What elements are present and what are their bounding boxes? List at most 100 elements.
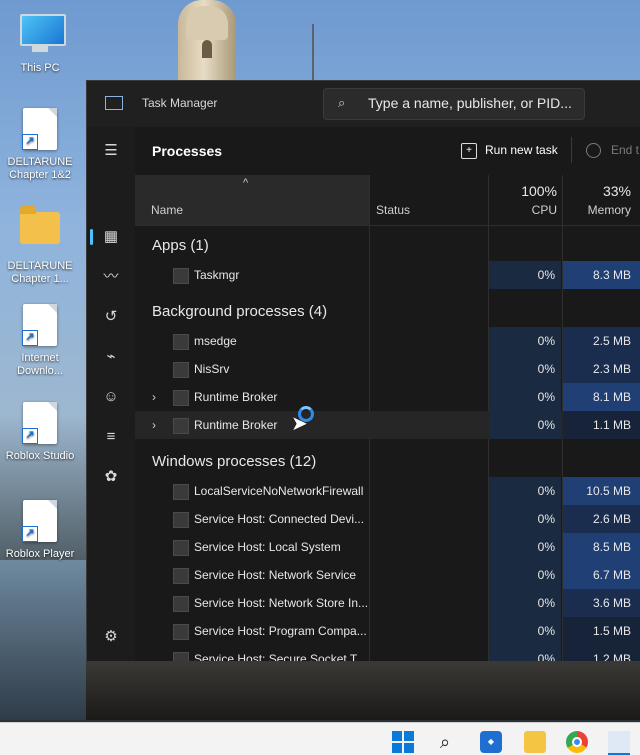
cpu-cell: 0% <box>489 411 561 439</box>
wallpaper-mast <box>312 24 314 80</box>
nav-active-indicator <box>90 229 93 245</box>
cpu-cell: 0% <box>489 477 561 505</box>
services-icon[interactable]: ✿ <box>95 461 127 493</box>
navigation-sidebar: ☰ ▦ 〰 ↺ ⌁ ☺ ≡ ✿ ⚙ <box>87 127 135 661</box>
taskbar: ⌕ ◆ <box>0 722 640 755</box>
settings-icon[interactable]: ⚙ <box>95 621 127 653</box>
process-row[interactable]: LocalServiceNoNetworkFirewall 0% 10.5 MB <box>135 477 640 505</box>
process-name: Service Host: Connected Devi... <box>194 512 365 526</box>
cpu-value: 0% <box>537 418 555 432</box>
cpu-value: 0% <box>537 268 555 282</box>
memory-value: 8.1 MB <box>592 390 631 404</box>
process-row[interactable]: › Runtime Broker 0% 1.1 MB <box>135 411 640 439</box>
wallpaper-shore <box>86 660 640 720</box>
end-task-button[interactable]: End t <box>586 139 639 161</box>
memory-cell: 3.6 MB <box>563 589 640 617</box>
process-row[interactable]: Service Host: Network Store In... 0% 3.6… <box>135 589 640 617</box>
process-row[interactable]: Taskmgr 0% 8.3 MB <box>135 261 640 289</box>
process-row[interactable]: Service Host: Local System 0% 8.5 MB <box>135 533 640 561</box>
group-header-windows[interactable]: Windows processes (12) <box>152 453 316 470</box>
process-row[interactable]: Service Host: Program Compa... 0% 1.5 MB <box>135 617 640 645</box>
run-new-task-button[interactable]: + Run new task <box>461 139 558 161</box>
memory-value: 3.6 MB <box>592 596 631 610</box>
search-icon[interactable]: ⌕ <box>434 731 456 753</box>
expand-chevron-icon[interactable]: › <box>152 418 156 432</box>
store-icon[interactable]: ◆ <box>480 731 502 753</box>
process-name: Service Host: Network Service <box>194 568 357 582</box>
memory-cell: 2.3 MB <box>563 355 640 383</box>
group-header-background[interactable]: Background processes (4) <box>152 303 327 320</box>
memory-cell: 1.2 MB <box>563 645 640 661</box>
process-name: Taskmgr <box>194 268 240 282</box>
desktop-icon-this-pc[interactable]: This PC <box>0 10 80 75</box>
task-manager-icon[interactable] <box>608 731 630 755</box>
hamburger-icon[interactable]: ☰ <box>95 135 127 167</box>
name-column-label: Name <box>151 203 184 217</box>
task-manager-window: Task Manager ⌕ ☰ ▦ 〰 ↺ ⌁ ☺ ≡ ✿ ⚙ Process… <box>86 80 640 661</box>
process-name: Service Host: Local System <box>194 540 341 554</box>
name-column-header[interactable] <box>135 175 369 225</box>
process-row[interactable]: Service Host: Connected Devi... 0% 2.6 M… <box>135 505 640 533</box>
cpu-cell: 0% <box>489 589 561 617</box>
cpu-cell: 0% <box>489 645 561 661</box>
process-row[interactable]: › Runtime Broker 0% 8.1 MB <box>135 383 640 411</box>
search-icon: ⌕ <box>338 95 346 110</box>
startup-apps-icon[interactable]: ⌁ <box>95 341 127 373</box>
toolbar-divider <box>571 137 572 163</box>
details-icon[interactable]: ≡ <box>95 421 127 453</box>
memory-value: 1.2 MB <box>592 652 631 661</box>
desktop-icon-label: DELTARUNE Chapter 1... <box>7 260 73 285</box>
memory-value: 10.5 MB <box>586 484 631 498</box>
process-row[interactable]: Service Host: Network Service 0% 6.7 MB <box>135 561 640 589</box>
memory-cell: 10.5 MB <box>563 477 640 505</box>
desktop-icon-label: This PC <box>20 62 60 74</box>
memory-value: 8.5 MB <box>592 540 631 554</box>
desktop-icon-internet-download[interactable]: ↗ Internet Downlo... <box>0 304 80 378</box>
app-history-icon[interactable]: ↺ <box>95 301 127 333</box>
group-header-apps[interactable]: Apps (1) <box>152 237 209 254</box>
desktop-icon-deltarune-1[interactable]: DELTARUNE Chapter 1... <box>0 206 80 286</box>
folder-icon <box>20 206 60 256</box>
process-name: Service Host: Secure Socket T... <box>194 652 366 661</box>
cpu-cell: 0% <box>489 327 561 355</box>
run-new-task-label: Run new task <box>485 143 558 157</box>
process-name: Service Host: Program Compa... <box>194 624 367 638</box>
process-name: Runtime Broker <box>194 418 278 432</box>
cpu-cell: 0% <box>489 505 561 533</box>
cpu-cell: 0% <box>489 617 561 645</box>
memory-cell: 2.5 MB <box>563 327 640 355</box>
memory-column-header[interactable]: Memory <box>563 203 631 217</box>
cpu-value: 0% <box>537 362 555 376</box>
search-box[interactable]: ⌕ <box>323 88 585 120</box>
process-icon <box>173 652 189 661</box>
chrome-icon[interactable] <box>566 731 588 753</box>
memory-total: 33% <box>602 183 631 199</box>
title-bar[interactable]: Task Manager ⌕ <box>87 81 640 127</box>
process-row[interactable]: NisSrv 0% 2.3 MB <box>135 355 640 383</box>
process-icon <box>173 568 189 584</box>
search-input[interactable] <box>368 93 580 113</box>
windows-logo-icon[interactable] <box>392 731 414 753</box>
process-row[interactable]: Service Host: Secure Socket T... 0% 1.2 … <box>135 645 640 661</box>
memory-value: 2.3 MB <box>592 362 631 376</box>
processes-icon[interactable]: ▦ <box>95 221 127 253</box>
users-icon[interactable]: ☺ <box>95 381 127 413</box>
sort-ascending-icon: ^ <box>243 177 249 189</box>
busy-spinner-icon <box>298 406 314 422</box>
desktop-icon-roblox-player[interactable]: ↗ Roblox Player <box>0 500 80 561</box>
cpu-value: 0% <box>537 512 555 526</box>
process-row[interactable]: msedge 0% 2.5 MB <box>135 327 640 355</box>
shortcut-file-icon: ↗ <box>20 304 60 348</box>
performance-icon[interactable]: 〰 <box>95 261 127 293</box>
status-column-header[interactable]: Status <box>376 203 410 217</box>
this-pc-icon <box>20 14 66 58</box>
expand-chevron-icon[interactable]: › <box>152 390 156 404</box>
cpu-total: 100% <box>521 183 557 199</box>
cpu-column-header[interactable]: CPU <box>489 203 557 217</box>
desktop-icon-deltarune-1-2[interactable]: ↗ DELTARUNE Chapter 1&2 <box>0 108 80 182</box>
cpu-cell: 0% <box>489 261 561 289</box>
desktop-icon-roblox-studio[interactable]: ↗ Roblox Studio <box>0 402 80 463</box>
file-explorer-icon[interactable] <box>524 731 546 753</box>
process-icon <box>173 512 189 528</box>
memory-value: 8.3 MB <box>592 268 631 282</box>
